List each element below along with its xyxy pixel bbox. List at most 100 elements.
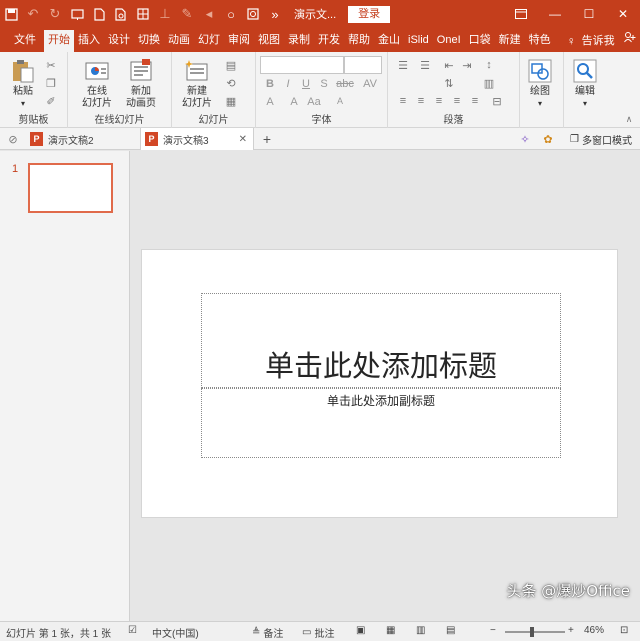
zoom-level[interactable]: 46% [584, 625, 604, 636]
tab-home[interactable]: 开始 [44, 30, 74, 52]
bold-button[interactable]: B [262, 78, 278, 90]
tab-slideshow[interactable]: 幻灯 [194, 30, 224, 52]
increase-indent-icon[interactable]: ⇥ [460, 58, 474, 72]
tab-review[interactable]: 审阅 [224, 30, 254, 52]
numbering-icon[interactable]: ☰ [418, 58, 432, 72]
grow-font-button[interactable]: A [286, 96, 302, 108]
shape-arrow-icon[interactable]: ◂ [198, 3, 220, 25]
tab-onekey[interactable]: OneI [433, 30, 465, 52]
close-tab-icon[interactable]: ✕ [239, 134, 247, 145]
reading-view-icon[interactable]: ▥ [416, 625, 425, 636]
new-animation-page-button[interactable]: 新加 动画页 [126, 58, 156, 110]
tab-featured[interactable]: 特色 [525, 30, 555, 52]
cut-icon[interactable]: ✂ [44, 58, 58, 72]
tab-islide[interactable]: iSlid [404, 30, 433, 52]
ribbon-display-icon[interactable] [504, 0, 538, 28]
subtitle-placeholder[interactable]: 单击此处添加副标题 [201, 388, 561, 458]
align-center-icon[interactable]: ≡ [414, 94, 428, 108]
format-painter-icon[interactable]: ✐ [44, 94, 58, 108]
magic-icon[interactable]: ✧ [518, 132, 532, 146]
zoom-in-icon[interactable]: + [568, 625, 574, 636]
zoom-slider-handle[interactable] [530, 627, 534, 637]
spell-check-icon[interactable]: ☑ [128, 625, 137, 636]
font-size-select[interactable] [344, 56, 382, 74]
start-slideshow-icon[interactable] [66, 3, 88, 25]
bullets-icon[interactable]: ☰ [396, 58, 410, 72]
login-button[interactable]: 登录 [348, 5, 391, 23]
italic-button[interactable]: I [280, 78, 296, 90]
text-direction-icon[interactable]: ⇅ [442, 76, 456, 90]
slideshow-view-icon[interactable]: ▤ [446, 625, 455, 636]
layout-dropdown-icon[interactable]: ▤ [224, 58, 238, 72]
underline-button[interactable]: U [298, 78, 314, 90]
section-icon[interactable]: ▦ [224, 94, 238, 108]
new-tab-icon[interactable]: + [260, 131, 274, 147]
zoom-slider-track[interactable] [505, 631, 565, 633]
slide-sorter-icon[interactable]: ▦ [386, 625, 395, 636]
customize-qa-icon[interactable]: » [264, 3, 286, 25]
notes-button[interactable]: ≜ 备注 [252, 625, 283, 640]
decrease-indent-icon[interactable]: ⇤ [442, 58, 456, 72]
group-icon[interactable] [242, 3, 264, 25]
fit-slide-icon[interactable]: ⊡ [620, 625, 628, 636]
tab-manager-icon[interactable]: ⊘ [6, 132, 20, 146]
title-placeholder[interactable]: 单击此处添加标题 [201, 293, 561, 388]
tab-insert[interactable]: 插入 [74, 30, 104, 52]
share-icon[interactable] [624, 31, 636, 46]
tab-file[interactable]: 文件 [0, 30, 44, 52]
doc-tab-presentation3[interactable]: P 演示文稿3 ✕ [140, 128, 254, 150]
shadow-button[interactable]: S [316, 78, 332, 90]
drawing-button[interactable]: 绘图 ▾ [527, 58, 553, 110]
tab-new[interactable]: 新建 [495, 30, 525, 52]
tab-help[interactable]: 帮助 [344, 30, 374, 52]
comments-button[interactable]: ▭ 批注 [302, 625, 334, 640]
tab-developer[interactable]: 开发 [314, 30, 344, 52]
columns-icon[interactable]: ▥ [482, 76, 496, 90]
undo-icon[interactable]: ↶ [22, 3, 44, 25]
change-case-button[interactable]: Aa [304, 96, 324, 108]
font-name-select[interactable] [260, 56, 344, 74]
slide-thumbnail[interactable] [28, 163, 113, 213]
layout-icon[interactable] [132, 3, 154, 25]
redo-icon[interactable]: ↻ [44, 3, 66, 25]
doc-tab-presentation2[interactable]: P 演示文稿2 [26, 128, 140, 150]
paste-button[interactable]: 粘贴 ▾ [10, 58, 36, 110]
pen-icon[interactable]: ✎ [176, 3, 198, 25]
align-left-icon[interactable]: ≡ [396, 94, 410, 108]
tab-kingsoft[interactable]: 金山 [374, 30, 404, 52]
font-color-button[interactable]: A [262, 96, 278, 108]
print-preview-icon[interactable] [110, 3, 132, 25]
zoom-out-icon[interactable]: − [490, 625, 496, 636]
new-slide-button[interactable]: 新建 幻灯片 [182, 58, 212, 110]
justify-icon[interactable]: ≡ [450, 94, 464, 108]
align-right-icon[interactable]: ≡ [432, 94, 446, 108]
language-status[interactable]: 中文(中国) [152, 625, 199, 640]
normal-view-icon[interactable]: ▣ [356, 625, 365, 636]
save-icon[interactable] [0, 3, 22, 25]
maximize-icon[interactable]: ☐ [572, 0, 606, 28]
tab-pocket[interactable]: 口袋 [465, 30, 495, 52]
tab-animations[interactable]: 动画 [164, 30, 194, 52]
multi-window-button[interactable]: ❐ 多窗口模式 [570, 132, 632, 147]
settings-gear-icon[interactable]: ✿ [541, 132, 555, 146]
online-slides-button[interactable]: 在线 幻灯片 [82, 58, 112, 110]
char-spacing-button[interactable]: AV [360, 78, 380, 90]
strikethrough-button[interactable]: abc [334, 78, 356, 90]
minimize-icon[interactable]: — [538, 0, 572, 28]
collapse-ribbon-icon[interactable]: ∧ [622, 112, 636, 126]
tab-record[interactable]: 录制 [284, 30, 314, 52]
copy-icon[interactable]: ❐ [44, 76, 58, 90]
shrink-font-button[interactable]: A [332, 96, 348, 106]
pin-icon[interactable]: ⊥ [154, 3, 176, 25]
distribute-icon[interactable]: ≡ [468, 94, 482, 108]
align-text-icon[interactable]: ⊟ [490, 94, 504, 108]
circle-shape-icon[interactable]: ○ [220, 3, 242, 25]
new-file-icon[interactable] [88, 3, 110, 25]
slide-canvas[interactable]: 单击此处添加标题 单击此处添加副标题 [141, 249, 618, 518]
tell-me-search[interactable]: ♀ 告诉我 [563, 30, 619, 52]
editing-button[interactable]: 编辑 ▾ [572, 58, 598, 110]
tab-design[interactable]: 设计 [104, 30, 134, 52]
tab-view[interactable]: 视图 [254, 30, 284, 52]
tab-transitions[interactable]: 切换 [134, 30, 164, 52]
line-spacing-icon[interactable]: ↕ [482, 58, 496, 72]
